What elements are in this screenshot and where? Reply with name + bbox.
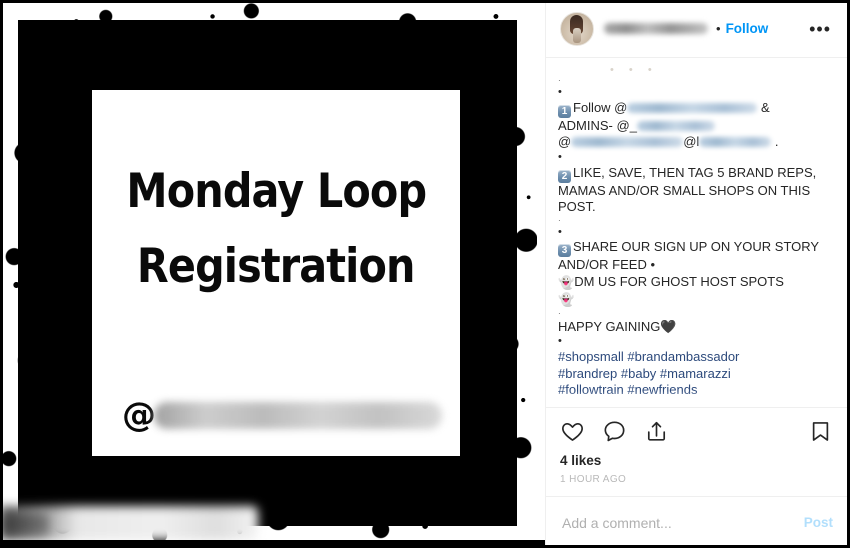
- caption-spacer-dot-2: ·: [558, 215, 561, 225]
- username-redacted[interactable]: [604, 23, 708, 34]
- redacted-handle-blur: [154, 401, 442, 429]
- hashtags-line-1[interactable]: #shopsmall #brandambassador: [558, 349, 835, 366]
- caption-step-3: 3 SHARE OUR SIGN UP ON YOUR STORY AND/OR …: [558, 239, 835, 309]
- step-1-line3-prefix: @: [558, 134, 572, 150]
- mention-redacted-2[interactable]: [636, 120, 715, 131]
- comment-composer: Post: [546, 496, 847, 548]
- caption-bullet-2: •: [558, 150, 562, 163]
- post-header: • Follow •••: [546, 0, 847, 58]
- share-icon[interactable]: [644, 419, 669, 444]
- keycap-3-icon: 3: [558, 244, 571, 258]
- step-3-ghost-text: DM US FOR GHOST HOST SPOTS: [574, 273, 784, 289]
- caption-step-2: 2 LIKE, SAVE, THEN TAG 5 BRAND REPS, MAMA…: [558, 165, 835, 216]
- instagram-post-screen: Monday Loop Registration @ • Follow ••• …: [0, 0, 850, 548]
- poster-title-line-2: Registration: [137, 239, 416, 294]
- post-timestamp: 1 HOUR AGO: [560, 474, 627, 485]
- heart-icon[interactable]: [560, 419, 585, 444]
- caption-body[interactable]: • • • · • 1 Follow @ & ADMINS- @_ @ @l . •…: [546, 58, 847, 407]
- likes-count[interactable]: 4 likes: [560, 453, 833, 468]
- ghost-emoji-trailing: 👻: [558, 292, 575, 308]
- avatar[interactable]: [560, 11, 594, 46]
- header-separator: •: [716, 21, 721, 36]
- step-1-line3-suffix: .: [771, 134, 779, 150]
- step-1-text-before: Follow @: [573, 99, 628, 115]
- step-1-text-after: &: [757, 99, 770, 115]
- more-options-icon[interactable]: •••: [807, 20, 833, 38]
- comment-bubble-icon[interactable]: [602, 419, 627, 444]
- mention-redacted-3[interactable]: [571, 137, 684, 148]
- post-media-pane[interactable]: Monday Loop Registration @: [0, 0, 545, 548]
- action-icon-row: [560, 419, 833, 444]
- step-3-text: SHARE OUR SIGN UP ON YOUR STORY AND/OR F…: [558, 239, 819, 273]
- mention-redacted-4[interactable]: [699, 137, 772, 148]
- hashtags-line-2[interactable]: #brandrep #baby #mamarazzi: [558, 366, 835, 383]
- caption-scrolled-hint: • • •: [610, 64, 658, 76]
- bookmark-icon[interactable]: [808, 419, 833, 444]
- closing-text: HAPPY GAINING: [558, 318, 661, 334]
- keycap-2-icon: 2: [558, 169, 571, 183]
- mention-redacted-1[interactable]: [627, 102, 758, 113]
- step-1-admins-prefix: ADMINS- @_: [558, 117, 637, 133]
- poster-white-panel: Monday Loop Registration @: [92, 90, 460, 456]
- caption-spacer-dot-1: ·: [558, 76, 561, 85]
- caption-bullet-1: •: [558, 86, 562, 98]
- caption-closing: HAPPY GAINING🖤: [558, 319, 835, 336]
- poster-title-line-1: Monday Loop: [126, 164, 427, 219]
- caption-bullet-3: •: [558, 225, 562, 238]
- caption-bullet-4: •: [558, 335, 562, 348]
- step-2-text: LIKE, SAVE, THEN TAG 5 BRAND REPS, MAMAS…: [558, 164, 817, 215]
- action-bar: 4 likes 1 HOUR AGO: [546, 407, 847, 496]
- poster-handle-row: @: [122, 398, 442, 432]
- media-bottom-edge: [0, 540, 545, 548]
- step-1-line3-mid: @l: [683, 134, 700, 150]
- keycap-1-icon: 1: [558, 104, 571, 118]
- black-heart-icon: 🖤: [660, 318, 677, 334]
- caption-spacer-dot-3: ·: [558, 308, 561, 318]
- hashtags-line-3[interactable]: #followtrain #newfriends: [558, 382, 835, 399]
- comment-input[interactable]: [560, 513, 796, 532]
- caption-step-1: 1 Follow @ & ADMINS- @_ @ @l .: [558, 100, 835, 151]
- follow-button[interactable]: Follow: [726, 21, 769, 36]
- post-comment-button[interactable]: Post: [796, 515, 833, 530]
- redacted-overlay-accent: [4, 514, 48, 534]
- ghost-emoji-leading: 👻: [558, 274, 575, 290]
- post-sidebar: • Follow ••• • • • · • 1 Follow @ & ADMIN…: [545, 0, 847, 548]
- at-symbol: @: [122, 395, 156, 435]
